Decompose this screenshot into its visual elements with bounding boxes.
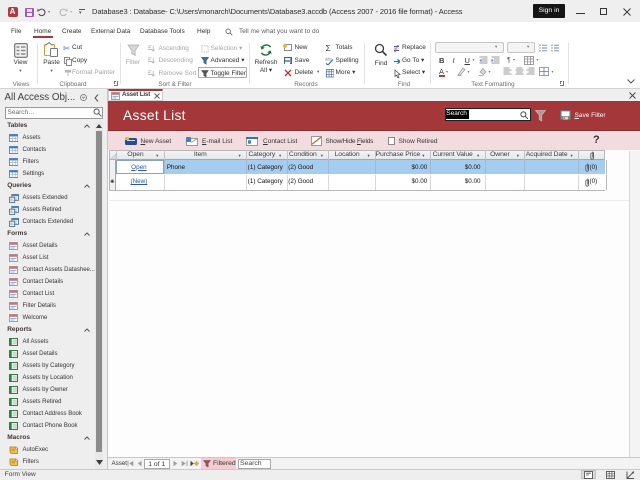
svg-text:ab: ab <box>394 46 399 51</box>
